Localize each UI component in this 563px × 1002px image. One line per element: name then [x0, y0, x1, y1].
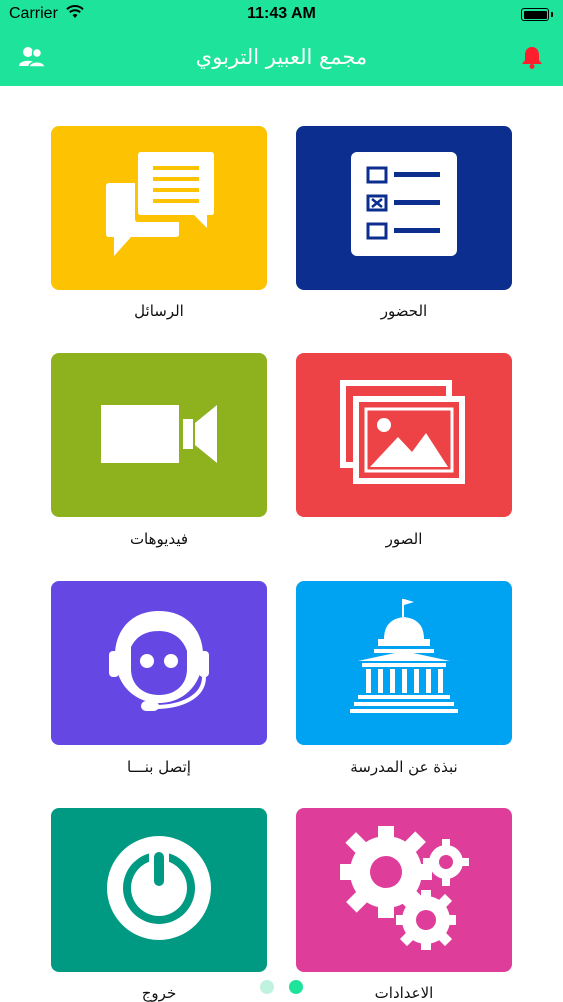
status-bar: Carrier 11:43 AM	[0, 0, 563, 30]
tile-label-about-school: نبذة عن المدرسة	[350, 758, 458, 776]
support-headset-icon	[109, 611, 209, 711]
status-time: 11:43 AM	[247, 5, 316, 22]
video-camera-icon	[101, 405, 217, 463]
school-building-icon	[350, 599, 458, 713]
tile-attendance[interactable]	[296, 126, 512, 290]
tile-videos[interactable]	[51, 353, 267, 517]
tile-label-images: الصور	[385, 530, 423, 548]
tile-about-school[interactable]	[296, 581, 512, 745]
tile-label-attendance: الحضور	[380, 302, 428, 320]
page-title: مجمع العبير التربوي	[195, 45, 368, 69]
tile-logout[interactable]	[51, 808, 267, 972]
tile-messages[interactable]	[51, 126, 267, 290]
page-dot-2[interactable]	[289, 980, 303, 994]
page-dot-1[interactable]	[260, 980, 274, 994]
header-bar: Carrier 11:43 AM مجمع العبير التربوي	[0, 0, 563, 86]
chat-bubbles-icon	[106, 152, 214, 256]
tile-label-contact-us: إتصل بنـــا	[127, 758, 191, 776]
tile-images[interactable]	[296, 353, 512, 517]
attendance-checklist-icon	[351, 152, 457, 256]
page-indicator[interactable]	[0, 980, 563, 994]
images-icon	[340, 380, 465, 484]
tile-label-videos: فيديوهات	[129, 530, 189, 548]
gears-icon	[340, 826, 469, 950]
power-icon	[107, 836, 211, 940]
tile-settings[interactable]	[296, 808, 512, 972]
tile-label-messages: الرسائل	[134, 302, 184, 320]
tile-contact-us[interactable]	[51, 581, 267, 745]
battery-icon	[521, 8, 553, 21]
bell-icon[interactable]	[519, 44, 545, 70]
